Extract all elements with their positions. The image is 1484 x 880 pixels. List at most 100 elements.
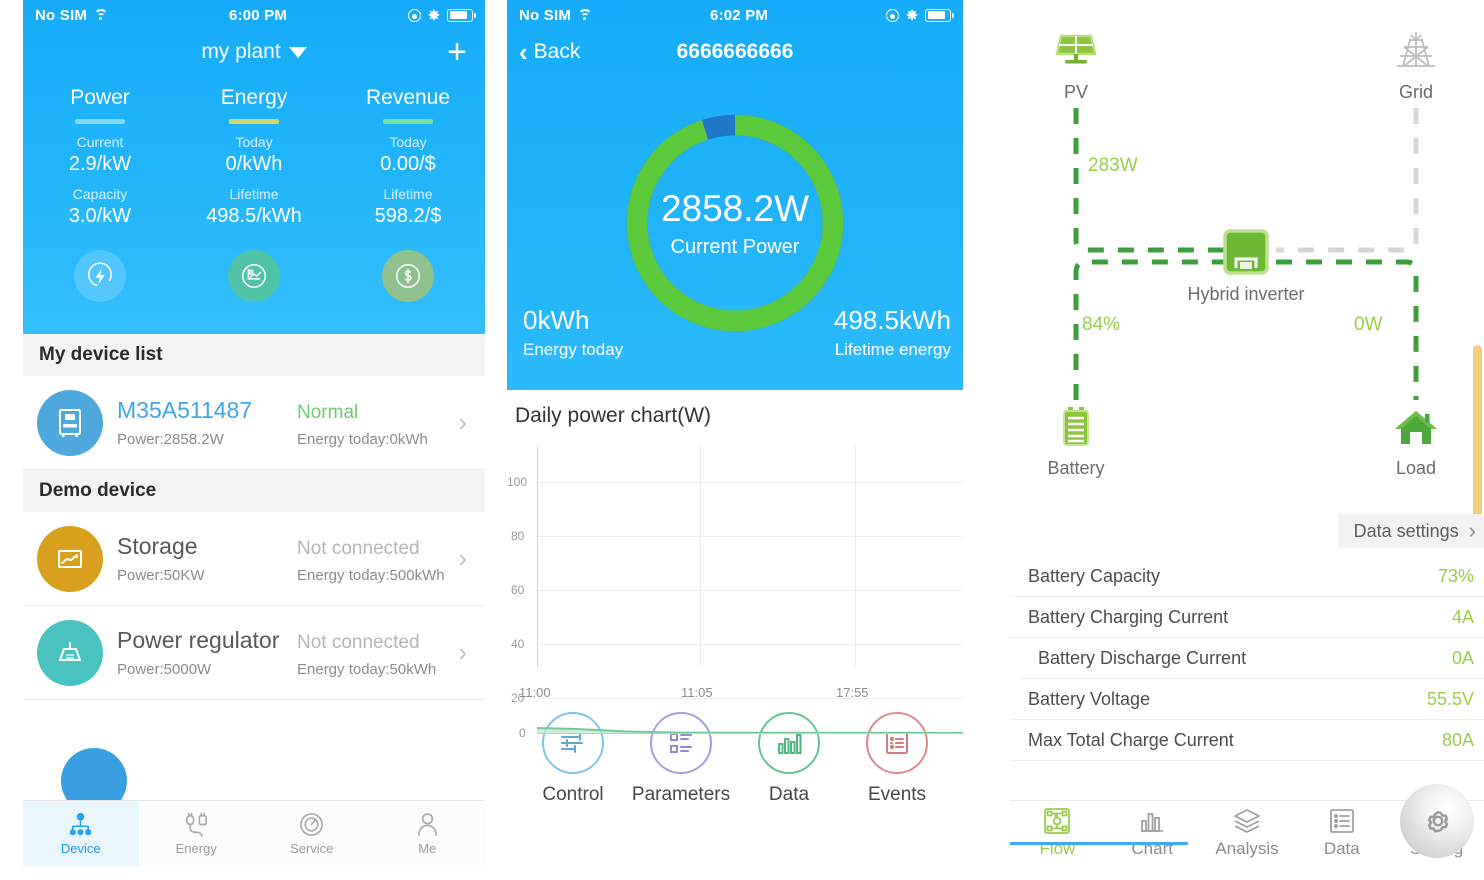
action-label: Data <box>768 784 810 805</box>
stat-sub-2: Lifetime <box>229 186 279 202</box>
tab-device[interactable]: Device <box>23 801 139 866</box>
stat-energy: Energy Today 0/kWh Lifetime 498.5/kWh <box>177 86 331 228</box>
stat-sub-2: Lifetime <box>383 186 433 202</box>
device-power: Power:5000W <box>117 661 212 678</box>
y-tick: 40 <box>511 637 525 651</box>
plant-shortcut-icons <box>23 234 485 324</box>
device-name: Power regulator <box>117 627 280 653</box>
tab-data[interactable]: Data <box>1294 805 1389 859</box>
battery-icon <box>925 8 954 22</box>
shortcut-cell-revenue <box>331 250 485 302</box>
stat-heading: Energy <box>220 86 288 109</box>
settings-fab-button[interactable] <box>1400 784 1474 858</box>
y-tick: 100 <box>507 475 528 489</box>
stat-value-1: 2.9/kW <box>68 153 132 175</box>
device-tree-icon <box>69 812 92 836</box>
home-icon <box>1361 398 1471 452</box>
dollar-icon[interactable] <box>382 250 434 302</box>
device-info: Storage Not connected Power:50KW Energy … <box>103 533 454 584</box>
add-plant-button[interactable]: + <box>447 35 467 69</box>
flow-node-battery[interactable]: Battery <box>1021 398 1131 479</box>
wifi-icon <box>577 9 592 21</box>
chevron-down-icon <box>288 46 307 58</box>
table-row[interactable]: M35A511487 Normal Power:2858.2W Energy t… <box>23 376 485 470</box>
list-item[interactable]: Battery Charging Current 4A <box>1010 597 1484 638</box>
chart-icon[interactable] <box>228 250 280 302</box>
inverter-icon <box>37 389 103 456</box>
device-name: Storage <box>117 533 198 559</box>
chart-title: Daily power chart(W) <box>515 404 712 427</box>
device-energy: Energy today:0kWh <box>297 431 428 448</box>
energy-today-block: 0kWh Energy today <box>523 305 623 360</box>
list-item[interactable]: Battery Capacity 73% <box>1010 556 1484 597</box>
x-tick: 17:55 <box>836 685 869 700</box>
tab-energy[interactable]: Energy <box>139 811 255 856</box>
plant-selector[interactable]: my plant <box>23 40 485 64</box>
flow-node-pv[interactable]: PV <box>1021 22 1131 103</box>
vertical-scrollbar[interactable] <box>1473 345 1482 520</box>
stat-value-1: 0.00/$ <box>380 153 436 175</box>
table-row[interactable]: Power regulator Not connected Power:5000… <box>23 606 485 700</box>
tab-label: Service <box>290 841 334 856</box>
list-item-label: Battery Voltage <box>1028 688 1151 709</box>
location-icon <box>886 8 900 22</box>
stat-value-2: 498.5/kWh <box>206 205 302 227</box>
list-item-value: 4A <box>1451 606 1474 627</box>
list-item[interactable]: Max Total Charge Current 80A <box>1010 720 1484 761</box>
flow-node-inverter[interactable]: Hybrid inverter <box>1156 228 1336 305</box>
status-bar-left: No SIM <box>35 7 108 24</box>
tab-me[interactable]: Me <box>370 811 486 856</box>
list-item[interactable]: Battery Voltage 55.5V <box>1010 679 1484 720</box>
stat-rule <box>383 119 433 124</box>
list-item[interactable]: Battery Discharge Current 0A <box>1020 638 1484 679</box>
gauge-caption: Current Power <box>670 235 800 258</box>
stat-sub-2: Capacity <box>72 186 128 202</box>
gauge-center: 2858.2W Current Power <box>622 110 848 336</box>
tab-label: Analysis <box>1215 838 1279 858</box>
flow-value-battery: 84% <box>1082 314 1121 335</box>
data-settings-button[interactable]: Data settings › <box>1337 514 1484 548</box>
y-tick: 0 <box>519 726 526 740</box>
tab-service[interactable]: Service <box>254 811 370 856</box>
device-hero: No SIM 6:02 PM ✸ ‹ Back 6666666666 2858.… <box>507 0 963 390</box>
section-demo-device: Demo device <box>23 470 485 512</box>
device-name: M35A511487 <box>117 397 253 423</box>
action-label: Parameters <box>631 784 731 805</box>
flow-node-label: Grid <box>1398 82 1433 102</box>
bluetooth-icon: ✸ <box>428 7 440 23</box>
tab-flow[interactable]: Flow <box>1010 805 1105 859</box>
screenshot-root: No SIM 6:00 PM ✸ my plant + Power Curren… <box>0 0 1484 880</box>
data-settings-label: Data settings <box>1353 520 1459 541</box>
stat-heading: Power <box>70 86 130 109</box>
tab-analysis[interactable]: Analysis <box>1200 805 1295 859</box>
gear-icon <box>1427 810 1449 833</box>
list-item-label: Max Total Charge Current <box>1028 729 1234 750</box>
clock-label: 6:00 PM <box>229 6 288 24</box>
list-icon <box>1329 808 1354 833</box>
page-title: 6666666666 <box>676 40 794 63</box>
flow-node-load[interactable]: Load <box>1361 398 1471 479</box>
list-item-value: 80A <box>1441 729 1474 750</box>
stat-sub-1: Today <box>235 134 273 150</box>
carrier-label: No SIM <box>35 6 88 24</box>
tab-label: Data <box>1323 838 1360 858</box>
stat-heading: Revenue <box>365 86 451 109</box>
tab-chart[interactable]: Chart <box>1105 805 1200 859</box>
carrier-label: No SIM <box>519 6 572 24</box>
flow-node-label: Load <box>1395 458 1437 478</box>
flow-node-grid[interactable]: Grid <box>1361 22 1471 103</box>
status-bar: No SIM 6:02 PM ✸ <box>507 0 963 30</box>
bolt-icon[interactable] <box>74 250 126 302</box>
plant-overview-panel: No SIM 6:00 PM ✸ my plant + Power Curren… <box>23 0 485 880</box>
device-power: Power:50KW <box>117 567 205 584</box>
device-info: M35A511487 Normal Power:2858.2W Energy t… <box>103 397 454 448</box>
table-row[interactable]: Storage Not connected Power:50KW Energy … <box>23 512 485 606</box>
stat-power: Power Current 2.9/kW Capacity 3.0/kW <box>23 86 177 228</box>
status-bar-right: ✸ <box>408 7 476 23</box>
action-label: Events <box>867 784 927 805</box>
person-icon <box>417 813 437 836</box>
power-gauge: 2858.2W Current Power <box>622 110 848 336</box>
status-badge: Normal <box>297 402 359 423</box>
tab-label: Me <box>418 841 437 856</box>
regulator-icon <box>37 619 103 686</box>
